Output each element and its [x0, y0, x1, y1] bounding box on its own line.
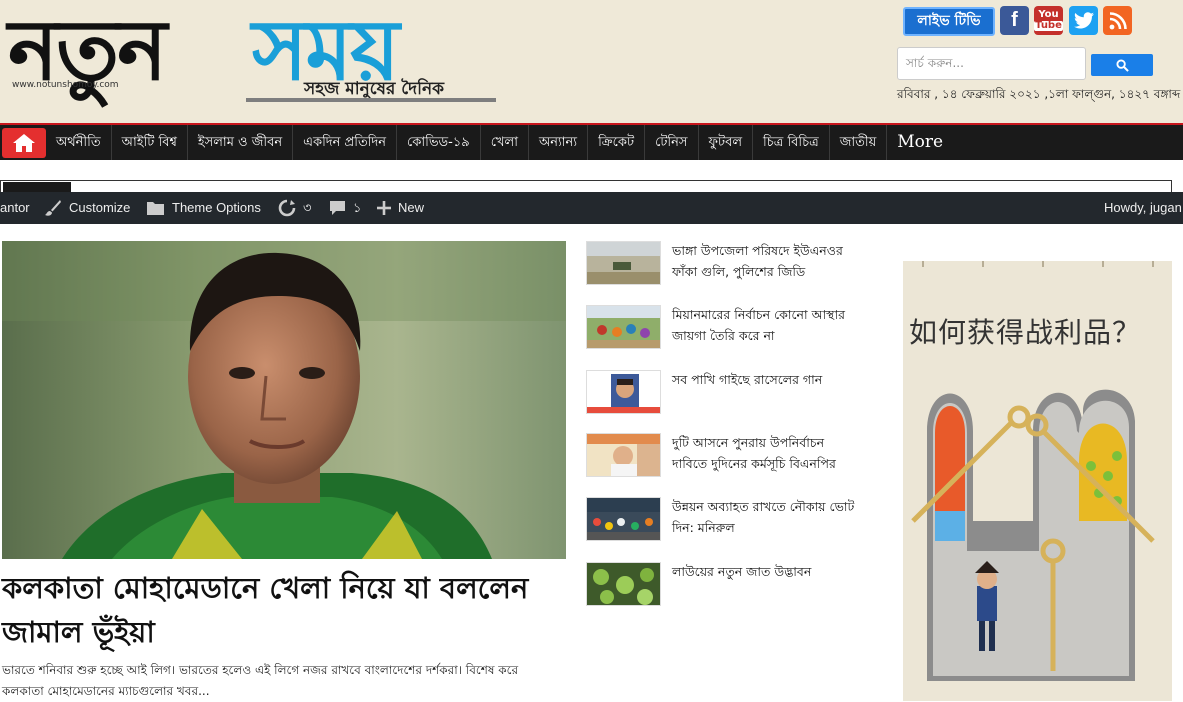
youtube-icon[interactable]: You Tube [1034, 6, 1063, 35]
facebook-icon[interactable]: f [1000, 6, 1029, 35]
list-item[interactable]: দুটি আসনে পুনরায় উপনির্বাচন দাবিতে দুদি… [586, 433, 876, 477]
news-thumbnail [586, 562, 661, 606]
nav-item-economy[interactable]: অর্থনীতি [46, 125, 112, 160]
youtube-icon-text-top: You [1038, 9, 1059, 20]
list-item[interactable]: ভাঙ্গা উপজেলা পরিষদে ইউএনওর ফাঁকা গুলি, … [586, 241, 876, 285]
nav-item-covid[interactable]: কোভিড-১৯ [397, 125, 481, 160]
admin-theme-options-link[interactable]: Theme Options [146, 192, 261, 224]
news-thumbnail [586, 433, 661, 477]
nav-item-sports[interactable]: খেলা [481, 125, 529, 160]
wp-admin-bar: antor Customize Theme Options ৩ ১ New Ho… [0, 192, 1183, 224]
logo-url: www.notunshomoy.com [12, 80, 119, 90]
nav-item-cricket[interactable]: ক্রিকেট [588, 125, 646, 160]
folder-icon [146, 200, 165, 216]
live-tv-button[interactable]: লাইভ টিভি [903, 7, 995, 36]
rss-icon[interactable] [1103, 6, 1132, 35]
home-button[interactable] [2, 127, 46, 158]
search-icon [1115, 58, 1129, 72]
twitter-icon[interactable] [1069, 6, 1098, 35]
admin-elementor-link[interactable]: antor [0, 192, 30, 224]
news-thumbnail [586, 305, 661, 349]
brush-icon [44, 199, 62, 217]
search-button[interactable] [1091, 54, 1153, 76]
admin-new-link[interactable]: New [377, 192, 424, 224]
main-navigation: অর্থনীতি আইটি বিশ্ব ইসলাম ও জীবন একদিন প… [0, 123, 1183, 160]
lead-story-title[interactable]: কলকাতা মোহামেডানে খেলা নিয়ে যা বললেন জা… [2, 566, 572, 654]
admin-new-label: New [398, 200, 425, 215]
ad-headline: 如何获得战利品？ [909, 316, 1142, 349]
search-input[interactable]: সার্চ করুন... [897, 47, 1086, 80]
nav-more-button[interactable]: More [887, 125, 953, 160]
nav-item-national[interactable]: জাতীয় [830, 125, 888, 160]
list-item[interactable]: লাউয়ের নতুন জাত উদ্ভাবন [586, 562, 876, 606]
news-thumbnail [586, 370, 661, 414]
tagline-underline [246, 98, 496, 102]
plus-icon [377, 201, 391, 215]
nav-item-it-world[interactable]: আইটি বিশ্ব [112, 125, 188, 160]
news-title: সব পাখি গাইছে রাসেলের গান [672, 372, 823, 387]
nav-item-daily[interactable]: একদিন প্রতিদিন [293, 125, 398, 160]
news-title: লাউয়ের নতুন জাত উদ্ভাবন [672, 564, 812, 579]
facebook-icon-glyph: f [1011, 9, 1018, 31]
refresh-icon [278, 199, 296, 217]
home-icon [12, 133, 36, 153]
nav-item-gallery[interactable]: চিত্র বিচিত্র [753, 125, 830, 160]
admin-comments-link[interactable]: ১ [329, 192, 361, 224]
current-date: রবিবার , ১৪ ফেব্রুয়ারি ২০২১ ,১লা ফাল্গু… [897, 87, 1181, 101]
admin-comments-count: ১ [353, 200, 362, 215]
news-title: মিয়ানমারের নির্বাচন কোনো আস্থার জায়গা … [672, 307, 845, 343]
news-title: দুটি আসনে পুনরায় উপনির্বাচন দাবিতে দুদি… [672, 435, 836, 471]
news-title: ভাঙ্গা উপজেলা পরিষদে ইউএনওর ফাঁকা গুলি, … [672, 243, 843, 279]
nav-item-others[interactable]: অন্যান্য [529, 125, 589, 160]
admin-customize-label: Customize [69, 200, 131, 215]
news-thumbnail [586, 241, 661, 285]
list-item[interactable]: মিয়ানমারের নির্বাচন কোনো আস্থার জায়গা … [586, 305, 876, 349]
news-title: উন্নয়ন অব্যাহত রাখতে নৌকায় ভোট দিন: মন… [672, 499, 855, 535]
admin-updates-count: ৩ [303, 200, 312, 215]
lead-story-image[interactable] [2, 241, 566, 559]
site-logo[interactable]: নতুন সময় সহজ মানুষের দৈনিক www.notunsho… [8, 0, 498, 112]
admin-elementor-label: antor [0, 200, 30, 215]
lead-story-excerpt: ভারতে শনিবার শুরু হচ্ছে আই লিগ। ভারতের হ… [2, 663, 519, 698]
nav-item-football[interactable]: ফুটবল [699, 125, 754, 160]
nav-item-islam[interactable]: ইসলাম ও জীবন [188, 125, 294, 160]
advertisement-banner[interactable]: 如何获得战利品？ [903, 261, 1172, 701]
nav-item-tennis[interactable]: টেনিস [645, 125, 699, 160]
comment-icon [329, 200, 346, 216]
admin-account-link[interactable]: Howdy, jugan [1104, 192, 1182, 224]
list-item[interactable]: উন্নয়ন অব্যাহত রাখতে নৌকায় ভোট দিন: মন… [586, 497, 876, 541]
admin-howdy-label: Howdy, jugan [1104, 200, 1182, 215]
admin-theme-options-label: Theme Options [172, 200, 261, 215]
news-thumbnail [586, 497, 661, 541]
youtube-icon-text-bottom: Tube [1034, 20, 1063, 31]
list-item[interactable]: সব পাখি গাইছে রাসেলের গান [586, 370, 876, 414]
site-header: নতুন সময় সহজ মানুষের দৈনিক www.notunsho… [0, 0, 1183, 123]
admin-updates-link[interactable]: ৩ [278, 192, 311, 224]
admin-customize-link[interactable]: Customize [44, 192, 130, 224]
